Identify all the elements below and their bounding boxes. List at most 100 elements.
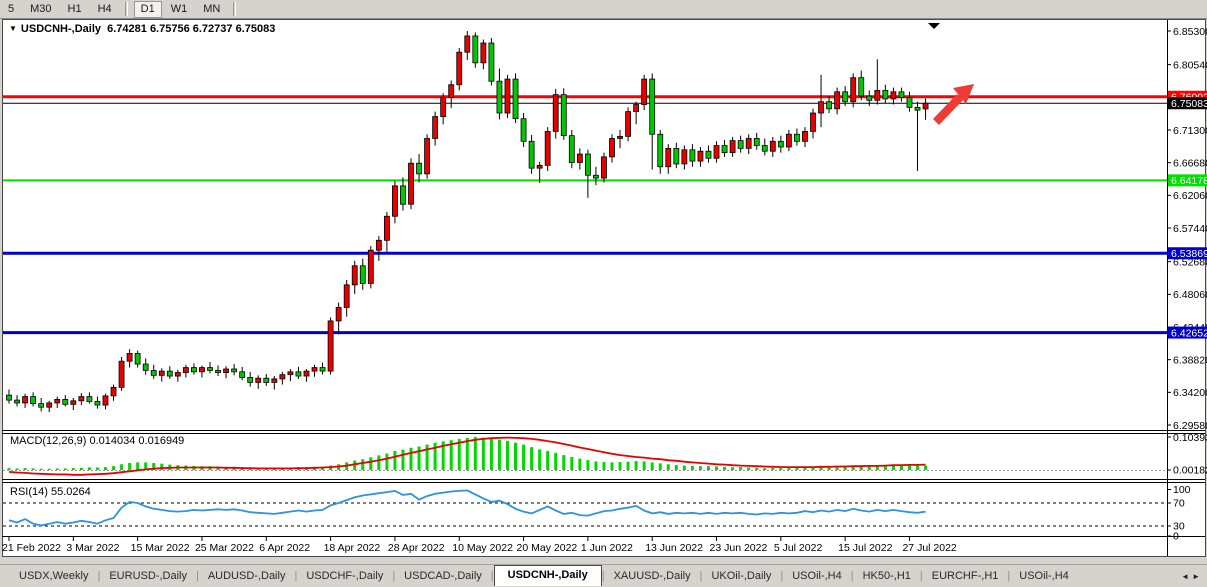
macd-current-values: 0.014034 0.016949 [89,435,184,447]
symbol-dropdown-icon[interactable]: ▼ [9,24,17,33]
candle-body [714,146,719,159]
candle-body [634,105,639,112]
candle-body [352,266,357,285]
price-tick-label: 6.57440 [1173,223,1207,235]
date-tick-label: 23 Jun 2022 [710,542,768,554]
timeframe-button-M30[interactable]: M30 [23,1,58,18]
chart-tab-HK50-H1[interactable]: HK50-,H1 [854,566,920,586]
candle-body [891,92,896,99]
candle-body [248,377,253,382]
price-tick-label: 6.66680 [1173,157,1207,169]
chart-tab-USDCHF-Daily[interactable]: USDCHF-,Daily [297,566,392,586]
candle-body [87,397,92,402]
candle-body [819,102,824,113]
candle-body [23,397,28,403]
timeframe-button-H1[interactable]: H1 [61,1,89,18]
candle-body [915,107,920,110]
candle-body [240,372,245,378]
candle-body [425,138,430,173]
candle-body [457,52,462,85]
timeframe-button-W1[interactable]: W1 [164,1,195,18]
chart-title: ▼USDCNH-,Daily 6.74281 6.75756 6.72737 6… [9,23,275,35]
date-tick-label: 6 Apr 2022 [259,542,310,554]
candle-body [730,141,735,153]
tab-scroll-right-icon[interactable]: ► [1192,572,1203,581]
date-tick-label: 18 Apr 2022 [324,542,381,554]
candle-body [328,321,333,371]
chart-tab-EURUSD-Daily[interactable]: EURUSD-,Daily [100,566,196,586]
chart-tab-EURCHF-H1[interactable]: EURCHF-,H1 [923,566,1008,586]
candle-body [585,154,590,175]
date-tick-label: 15 Jul 2022 [838,542,892,554]
rsi-scale-label: 0 [1173,531,1179,543]
chart-tab-UKOil-Daily[interactable]: UKOil-,Daily [702,566,780,586]
timeframe-toolbar: 5M30H1H4 D1W1MN [0,0,1207,18]
candle-body [835,92,840,109]
candle-body [513,79,518,119]
candle-body [191,368,196,372]
chart-tab-XAUUSD-Daily[interactable]: XAUUSD-,Daily [605,566,700,586]
chart-tab-USOil-H4[interactable]: USOil-,H4 [1010,566,1078,586]
rsi-current-value: 55.0264 [51,486,91,498]
candle-body [867,96,872,100]
chart-tab-AUDUSD-Daily[interactable]: AUDUSD-,Daily [199,566,295,586]
mt4-application: 5M30H1H4 D1W1MN 6.853006.805406.713006.66… [0,0,1207,587]
chart-tab-USOil-H4[interactable]: USOil-,H4 [783,566,851,586]
candle-body [127,353,132,361]
date-tick-label: 3 Mar 2022 [66,542,119,554]
candle-body [47,403,52,407]
timeframe-button-H4[interactable]: H4 [91,1,119,18]
price-tick-label: 6.71300 [1173,125,1207,137]
candle-body [465,36,470,52]
rsi-name: RSI(14) [10,486,48,498]
candle-body [304,371,309,376]
candle-body [770,141,775,151]
date-tick-label: 10 May 2022 [452,542,513,554]
chart-tab-bar: USDX,Weekly|EURUSD-,Daily|AUDUSD-,Daily|… [0,564,1207,587]
candle-body [449,85,454,98]
chart-canvas[interactable]: 6.853006.805406.713006.666806.620606.574… [0,0,1207,587]
candle-body [264,378,269,382]
tab-scroll-arrows[interactable]: ◄► [1181,572,1203,581]
tab-scroll-left-icon[interactable]: ◄ [1181,572,1192,581]
candle-body [417,163,422,174]
candle-body [232,369,237,372]
candle-body [409,163,414,204]
candle-body [553,95,558,132]
chart-tab-USDCNH-Daily[interactable]: USDCNH-,Daily [494,565,602,586]
candle-body [899,92,904,98]
macd-name: MACD(12,26,9) [10,435,86,447]
candle-body [666,148,671,166]
date-tick-label: 21 Feb 2022 [2,542,61,554]
candle-body [55,399,60,403]
candle-body [738,141,743,149]
candle-body [561,95,566,136]
candle-body [199,368,204,372]
candle-body [642,79,647,104]
candle-body [674,148,679,164]
candle-body [778,141,783,147]
candle-body [473,36,478,63]
date-tick-label: 27 Jul 2022 [902,542,956,554]
price-tick-label: 6.62060 [1173,190,1207,202]
timeframe-button-5[interactable]: 5 [1,1,21,18]
candle-body [183,368,188,373]
candle-body [505,79,510,113]
candle-body [497,81,502,113]
macd-scale-bottom-label: 0.001829 [1173,465,1207,477]
candle-body [618,136,623,138]
candle-body [794,134,799,141]
candle-body [521,119,526,142]
toolbar-divider [233,2,236,16]
candle-body [537,165,542,168]
candle-body [344,285,349,308]
candle-body [360,266,365,284]
chart-tab-USDX-Weekly[interactable]: USDX,Weekly [10,566,97,586]
chart-tab-USDCAD-Daily[interactable]: USDCAD-,Daily [395,566,491,586]
timeframe-button-MN[interactable]: MN [196,1,227,18]
timeframe-button-D1[interactable]: D1 [134,1,162,18]
candle-body [119,361,124,387]
chart-window-frame [3,20,1206,557]
candle-body [208,368,213,371]
candle-body [626,112,631,137]
